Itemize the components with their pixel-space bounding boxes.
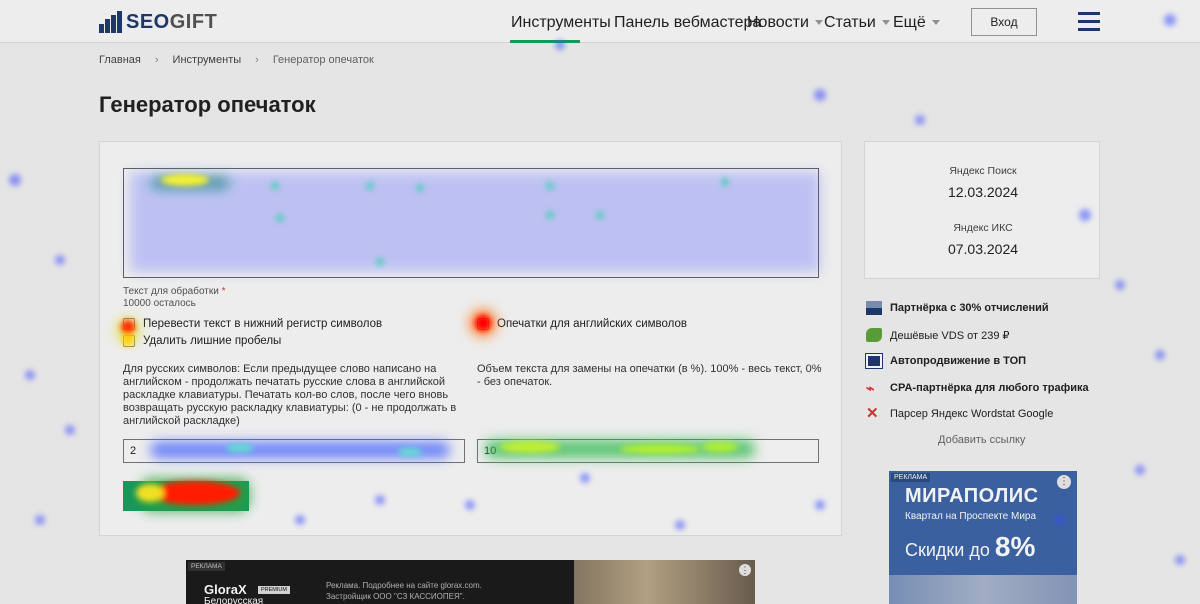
- nav-more[interactable]: Ещё: [893, 14, 940, 32]
- breadcrumb-current: Генератор опечаток: [272, 54, 374, 66]
- ad-photo: [574, 560, 755, 604]
- header: SEOGIFT Инструменты Панель вебмастера Но…: [0, 0, 1200, 43]
- link-parser-label: Парсер Яндекс Wordstat Google: [890, 408, 1054, 420]
- text-input-area[interactable]: [123, 168, 819, 278]
- link-partner[interactable]: Партнёрка с 30% отчислений: [866, 301, 1049, 315]
- yandex-iks-label: Яндекс ИКС: [953, 222, 1013, 234]
- checkbox[interactable]: [123, 318, 135, 330]
- nav-webmaster[interactable]: Панель вебмастера: [614, 14, 761, 32]
- link-autopromo[interactable]: Автопродвижение в ТОП: [865, 353, 1027, 369]
- logo-text-gift: GIFT: [169, 10, 218, 33]
- remaining-counter: 10000 осталось: [123, 298, 196, 309]
- page: SEOGIFT Инструменты Панель вебмастера Но…: [0, 0, 1200, 604]
- logo-text-seo: SEO: [126, 10, 170, 33]
- yandex-search-label: Яндекс Поиск: [949, 165, 1017, 177]
- ad-offer-value: 8%: [994, 531, 1036, 562]
- nav-active-indicator: [510, 40, 580, 43]
- option-lowercase[interactable]: Перевести текст в нижний регистр символо…: [123, 318, 382, 330]
- nav-news[interactable]: Новости: [747, 14, 823, 32]
- more-options-icon[interactable]: ⋮: [739, 564, 751, 576]
- textarea-label: Текст для обработки * 10000 осталось: [123, 286, 226, 310]
- login-button[interactable]: Вход: [971, 8, 1037, 36]
- ad-banner-right[interactable]: РЕКЛАМА ⋮ МИРАПОЛИС Квартал на Проспекте…: [889, 471, 1077, 604]
- cpa-icon: ⌁: [866, 380, 875, 396]
- breadcrumb-home[interactable]: Главная: [99, 54, 141, 66]
- ad-disclaimer-line2: Застройщик ООО "СЗ КАССИОПЕЯ".: [326, 592, 465, 601]
- link-autopromo-label: Автопродвижение в ТОП: [890, 355, 1027, 367]
- nav-tools[interactable]: Инструменты: [511, 14, 611, 32]
- nav-news-label: Новости: [747, 14, 809, 31]
- breadcrumb-separator-icon: ›: [255, 54, 259, 66]
- nav-articles-label: Статьи: [824, 14, 876, 31]
- link-vds[interactable]: Дешёвые VDS от 239 ₽: [866, 328, 1010, 342]
- checkbox[interactable]: [123, 335, 135, 347]
- ad-brand: МИРАПОЛИС: [905, 485, 1039, 507]
- required-mark: *: [221, 286, 226, 297]
- page-title: Генератор опечаток: [99, 92, 316, 117]
- generate-button[interactable]: [123, 481, 249, 511]
- logo-mark-icon: [99, 11, 123, 33]
- ad-tag: РЕКЛАМА: [891, 473, 931, 482]
- ad-premium-badge: PREMIUM: [258, 586, 290, 594]
- ad-city: Белорусская: [204, 596, 264, 604]
- update-dates-card: Яндекс Поиск 12.03.2024 Яндекс ИКС 07.03…: [864, 141, 1100, 279]
- breadcrumb-separator-icon: ›: [154, 54, 159, 66]
- russian-layout-description: Для русских символов: Если предыдущее сл…: [123, 363, 457, 427]
- parser-icon: ✕: [866, 405, 879, 422]
- chevron-down-icon: [881, 20, 890, 26]
- ad-offer-prefix: Скидки до: [905, 540, 990, 560]
- ad-tag: РЕКЛАМА: [188, 562, 225, 571]
- link-vds-label: Дешёвые VDS от 239 ₽: [890, 329, 1010, 342]
- ad-disclaimer-line1: Реклама. Подробнее на сайте glorax.com.: [326, 581, 482, 590]
- link-cpa[interactable]: ⌁ CPA-партнёрка для любого трафика: [866, 381, 1089, 395]
- breadcrumb: Главная › Инструменты › Генератор опечат…: [99, 54, 388, 66]
- russian-words-input[interactable]: 2: [123, 439, 465, 463]
- link-partner-label: Партнёрка с 30% отчислений: [890, 302, 1049, 314]
- percent-description: Объем текста для замены на опечатки (в %…: [477, 363, 822, 388]
- option-english-typos[interactable]: Опечатки для английских символов: [477, 318, 687, 330]
- chevron-down-icon: [931, 20, 940, 26]
- logo[interactable]: SEOGIFT: [99, 9, 217, 35]
- option-trim-spaces[interactable]: Удалить лишние пробелы: [123, 335, 281, 347]
- link-parser[interactable]: ✕ Парсер Яндекс Wordstat Google: [866, 405, 1054, 422]
- ad-subtitle: Квартал на Проспекте Мира: [905, 511, 1037, 522]
- textarea-label-text: Текст для обработки: [123, 286, 219, 297]
- ad-disclaimer: Реклама. Подробнее на сайте glorax.com. …: [326, 580, 482, 602]
- option-english-typos-label: Опечатки для английских символов: [497, 318, 688, 330]
- ad-brand: GloraX: [204, 582, 247, 597]
- chart-icon: [866, 301, 882, 315]
- option-lowercase-label: Перевести текст в нижний регистр символо…: [143, 318, 383, 330]
- sape-icon: [865, 353, 883, 369]
- more-options-icon[interactable]: ⋮: [1057, 475, 1071, 489]
- ad-building-image: [889, 575, 1077, 604]
- hamburger-icon[interactable]: [1078, 12, 1100, 32]
- yandex-iks-date: 07.03.2024: [947, 241, 1019, 257]
- checkbox[interactable]: [477, 318, 489, 330]
- typo-percent-input[interactable]: 10: [477, 439, 819, 463]
- ad-offer: Скидки до 8%: [905, 531, 1035, 563]
- tool-card: Текст для обработки * 10000 осталось Пер…: [99, 141, 842, 536]
- ad-banner-bottom[interactable]: РЕКЛАМА GloraX PREMIUM Белорусская Рекла…: [186, 560, 755, 604]
- nav-more-label: Ещё: [893, 14, 926, 31]
- breadcrumb-tools[interactable]: Инструменты: [173, 54, 242, 66]
- nav-articles[interactable]: Статьи: [824, 14, 890, 32]
- option-trim-spaces-label: Удалить лишние пробелы: [143, 335, 282, 347]
- server-icon: [866, 328, 882, 342]
- link-cpa-label: CPA-партнёрка для любого трафика: [890, 382, 1089, 394]
- yandex-search-date: 12.03.2024: [947, 184, 1019, 200]
- chevron-down-icon: [814, 20, 823, 26]
- add-link[interactable]: Добавить ссылку: [938, 434, 1025, 446]
